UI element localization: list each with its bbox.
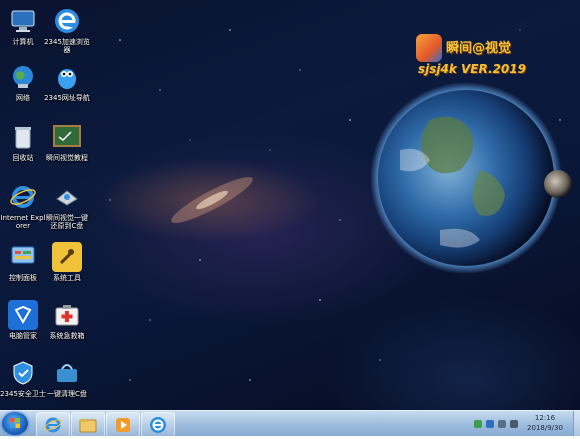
taskbar-app-file-explorer[interactable] xyxy=(71,412,105,437)
desktop-icon-tutorial[interactable]: 瞬间视觉教程 xyxy=(44,120,90,162)
security-shield-icon xyxy=(8,358,38,388)
taskbar-app-2345-browser[interactable] xyxy=(141,412,175,437)
browser-e-icon xyxy=(52,6,82,36)
network-globe-icon xyxy=(8,62,38,92)
desktop-icon-label: 2345网址导航 xyxy=(44,94,90,102)
desktop-icon-label: 瞬间视觉一键还原到C盘 xyxy=(46,214,88,230)
desktop-icon-label: 一键清理C盘 xyxy=(47,390,87,398)
control-panel-icon xyxy=(8,242,38,272)
folder-icon xyxy=(79,418,97,432)
brand-watermark: 瞬间@视觉 sjsj4k VER.2019 xyxy=(412,32,552,80)
moon xyxy=(544,170,572,198)
desktop-icon-label: 网络 xyxy=(16,94,30,102)
desktop-icon-system-tools[interactable]: 系统工具 xyxy=(44,240,90,282)
computer-icon xyxy=(8,6,38,36)
desktop-icon-label: Internet Explorer xyxy=(0,214,46,230)
desktop-icon-restore-c[interactable]: 瞬间视觉一键还原到C盘 xyxy=(44,180,90,230)
cleanup-icon xyxy=(52,358,82,388)
desktop-icon-control-panel[interactable]: 控制面板 xyxy=(0,240,46,282)
taskbar-app-media-player[interactable] xyxy=(106,412,140,437)
desktop-wallpaper: 计算机 网络 回收站 Internet Explorer 控制面板 电脑管家 2… xyxy=(0,0,580,410)
desktop-icon-label: 控制面板 xyxy=(9,274,37,282)
desktop-icon-label: 回收站 xyxy=(12,154,34,162)
desktop-icon-first-aid[interactable]: 系统急救箱 xyxy=(44,298,90,340)
brand-title: 瞬间@视觉 xyxy=(446,41,512,56)
desktop-icon-label: 瞬间视觉教程 xyxy=(46,154,88,162)
taskbar-app-internet-explorer[interactable] xyxy=(36,412,70,437)
blackboard-icon xyxy=(52,122,82,152)
desktop-icon-internet-explorer[interactable]: Internet Explorer xyxy=(0,180,46,230)
tray-shield-icon[interactable] xyxy=(486,420,494,428)
browser-e-icon xyxy=(150,416,166,433)
first-aid-icon xyxy=(52,300,82,330)
desktop-icon-label: 系统工具 xyxy=(53,274,81,282)
penguin-icon xyxy=(52,62,82,92)
desktop-icon-2345-security[interactable]: 2345安全卫士 xyxy=(0,356,46,398)
tray-volume-icon[interactable] xyxy=(510,420,518,428)
restore-disk-icon xyxy=(52,182,82,212)
taskbar-clock[interactable]: 12:16 2018/9/30 xyxy=(518,413,572,433)
clock-date: 2018/9/30 xyxy=(527,424,563,432)
desktop-icon-label: 计算机 xyxy=(12,38,34,46)
desktop-icon-2345-browser[interactable]: 2345加速浏览器 xyxy=(44,4,90,54)
ie-icon xyxy=(8,182,38,212)
desktop-icon-label: 2345加速浏览器 xyxy=(44,38,90,54)
start-button[interactable] xyxy=(2,412,28,435)
desktop-icon-label: 电脑管家 xyxy=(9,332,37,340)
brand-subtitle: sjsj4k VER.2019 xyxy=(418,62,526,76)
desktop-icon-2345-navigation[interactable]: 2345网址导航 xyxy=(44,60,90,102)
ie-icon xyxy=(44,417,62,432)
taskbar: 12:16 2018/9/30 xyxy=(0,410,580,437)
brand-logo xyxy=(416,34,442,62)
clock-time: 12:16 xyxy=(534,414,556,422)
show-desktop-button[interactable] xyxy=(573,411,580,436)
desktop-icon-computer[interactable]: 计算机 xyxy=(0,4,46,46)
desktop-icon-network[interactable]: 网络 xyxy=(0,60,46,102)
tray-security-icon[interactable] xyxy=(474,420,482,428)
desktop-icon-pc-manager[interactable]: 电脑管家 xyxy=(0,298,46,340)
desktop-icon-recycle-bin[interactable]: 回收站 xyxy=(0,120,46,162)
tools-icon xyxy=(52,242,82,272)
windows-logo-icon xyxy=(10,418,20,428)
desktop-icon-label: 系统急救箱 xyxy=(49,332,85,340)
tray-network-icon[interactable] xyxy=(498,420,506,428)
recycle-bin-icon xyxy=(8,122,38,152)
desktop-icon-cleanup-c[interactable]: 一键清理C盘 xyxy=(44,356,90,398)
desktop-icon-label: 2345安全卫士 xyxy=(0,390,46,398)
play-icon xyxy=(116,417,130,432)
shield-manager-icon xyxy=(8,300,38,330)
